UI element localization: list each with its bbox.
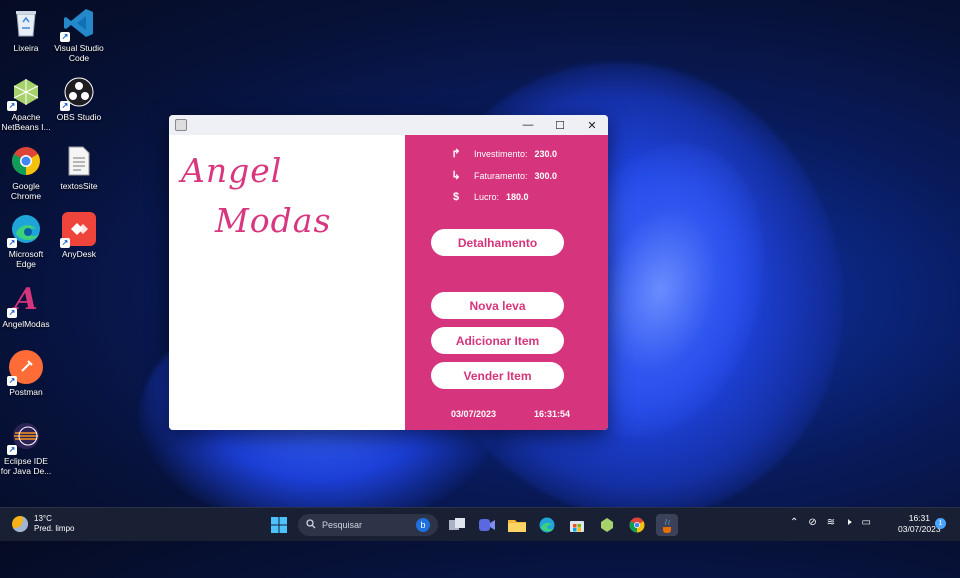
clock-date: 03/07/2023 (898, 524, 941, 534)
stat-value: 300.0 (534, 170, 558, 181)
maximize-button[interactable]: ☐ (544, 115, 576, 135)
task-view-icon[interactable] (446, 514, 468, 536)
desktop-icon-label: Visual Studio Code (54, 43, 104, 63)
teams-chat-icon[interactable] (476, 514, 498, 536)
arrow-down-right-icon: ↳ (451, 170, 461, 182)
desktop-icon-angelmodas[interactable]: A ↗ AngelModas (0, 281, 52, 330)
vender-item-button[interactable]: Vender Item (431, 362, 564, 389)
desktop-icon-anydesk[interactable]: ↗ AnyDesk (53, 212, 105, 259)
stat-value: 180.0 (506, 192, 529, 202)
java-app-icon (175, 119, 187, 131)
weather-temp: 13°C (34, 514, 52, 523)
stat-label: Lucro: (474, 192, 500, 202)
desktop-icon-label: Apache NetBeans I... (1, 112, 51, 132)
edge-taskbar-icon[interactable] (536, 514, 558, 536)
stat-label: Investimento: (474, 148, 528, 159)
nova-leva-button[interactable]: Nova leva (431, 292, 564, 319)
search-placeholder: Pesquisar (322, 520, 363, 530)
desktop-icon-label: AngelModas (2, 319, 50, 329)
logo-text-modas: Modas (215, 201, 332, 240)
detalhamento-button[interactable]: Detalhamento (431, 229, 564, 256)
desktop-icon-label: Google Chrome (10, 181, 42, 201)
dashboard-panel: ↱ Investimento: 230.0 ↳ Faturamento: 300… (405, 135, 608, 430)
weather-icon (12, 516, 28, 532)
desktop-icon-eclipse[interactable]: ↗ Eclipse IDE for Java De... (0, 419, 52, 476)
desktop-icon-textossite[interactable]: textosSite (53, 144, 105, 191)
footer-time: 16:31:54 (534, 409, 571, 419)
footer-date: 03/07/2023 (451, 409, 497, 419)
weather-widget[interactable]: 13°C Pred. limpo (12, 514, 74, 534)
taskbar-apps: Pesquisar b (264, 513, 682, 537)
anydesk-icon: ↗ (60, 212, 96, 248)
vscode-icon: ↗ (60, 6, 96, 42)
chevron-up-icon[interactable]: ⌃ (790, 517, 798, 528)
window-titlebar[interactable]: — ☐ ✕ (169, 115, 608, 135)
desktop-icon-vscode[interactable]: ↗ Visual Studio Code (53, 6, 105, 63)
weather-desc: Pred. limpo (34, 524, 75, 533)
desktop-icon-netbeans[interactable]: ↗ Apache NetBeans I... (0, 75, 52, 132)
file-explorer-icon[interactable] (506, 514, 528, 536)
netbeans-taskbar-icon[interactable] (596, 514, 618, 536)
chrome-taskbar-icon[interactable] (626, 514, 648, 536)
java-taskbar-icon[interactable] (656, 514, 678, 536)
stat-value: 230.0 (534, 148, 558, 159)
logo-panel: Angel Modas (169, 135, 405, 430)
search-icon (306, 519, 316, 531)
desktop-icon-label: Postman (9, 387, 43, 397)
desktop-icon-label: OBS Studio (56, 112, 102, 122)
edge-icon: ↗ (7, 212, 43, 248)
close-button[interactable]: ✕ (576, 115, 608, 135)
volume-muted-icon[interactable]: 🕨 (845, 517, 851, 528)
stat-lucro: $ Lucro: 180.0 (450, 191, 529, 203)
bing-icon: b (416, 518, 430, 532)
desktop-icon-label: Lixeira (13, 43, 39, 53)
taskbar-clock[interactable]: 16:31 03/07/2023 (898, 513, 941, 535)
desktop-icon-label: textosSite (60, 181, 98, 191)
wifi-icon[interactable]: ≋ (827, 517, 835, 528)
desktop-icon-lixeira[interactable]: Lixeira (0, 6, 52, 53)
stat-label: Faturamento: (474, 170, 528, 181)
minimize-button[interactable]: — (512, 115, 544, 135)
eclipse-icon: ↗ (7, 419, 43, 455)
stat-investimento: ↱ Investimento: 230.0 (450, 147, 557, 160)
taskbar: 13°C Pred. limpo Pesquisar b ⌃ ⊘ ≋ 🕨 ▭ 1… (0, 507, 960, 541)
notification-badge[interactable]: 1 (935, 518, 946, 529)
desktop-icon-postman[interactable]: ↗ Postman (0, 350, 52, 397)
text-file-icon (62, 144, 96, 178)
clock-time: 16:31 (908, 513, 930, 523)
postman-icon: ↗ (7, 350, 43, 386)
desktop-icon-label: AnyDesk (61, 249, 96, 259)
angelmodas-icon: A ↗ (7, 281, 38, 318)
desktop-icon-label: Microsoft Edge (8, 249, 44, 269)
netbeans-icon: ↗ (7, 75, 43, 111)
start-button[interactable] (268, 514, 290, 536)
angel-modas-window: — ☐ ✕ Angel Modas ↱ Investimento: 230.0 … (169, 115, 608, 430)
desktop-icon-chrome[interactable]: Google Chrome (0, 144, 52, 201)
taskbar-search[interactable]: Pesquisar b (298, 514, 438, 536)
dollar-icon: $ (452, 191, 460, 203)
stat-faturamento: ↳ Faturamento: 300.0 (450, 169, 557, 182)
microsoft-store-icon[interactable] (566, 514, 588, 536)
desktop-icon-label: Eclipse IDE for Java De... (0, 456, 52, 476)
battery-icon[interactable]: ▭ (861, 517, 870, 528)
desktop-icon-edge[interactable]: ↗ Microsoft Edge (0, 212, 52, 269)
logo-text-angel: Angel (181, 151, 283, 190)
recycle-bin-icon (9, 6, 43, 40)
chrome-icon (9, 144, 43, 178)
desktop-icon-obs[interactable]: ↗ OBS Studio (53, 75, 105, 122)
obs-icon: ↗ (60, 75, 96, 111)
arrow-up-right-icon: ↱ (451, 148, 461, 160)
adicionar-item-button[interactable]: Adicionar Item (431, 327, 564, 354)
system-tray: ⌃ ⊘ ≋ 🕨 ▭ (785, 517, 876, 528)
meet-now-icon[interactable]: ⊘ (808, 517, 816, 528)
